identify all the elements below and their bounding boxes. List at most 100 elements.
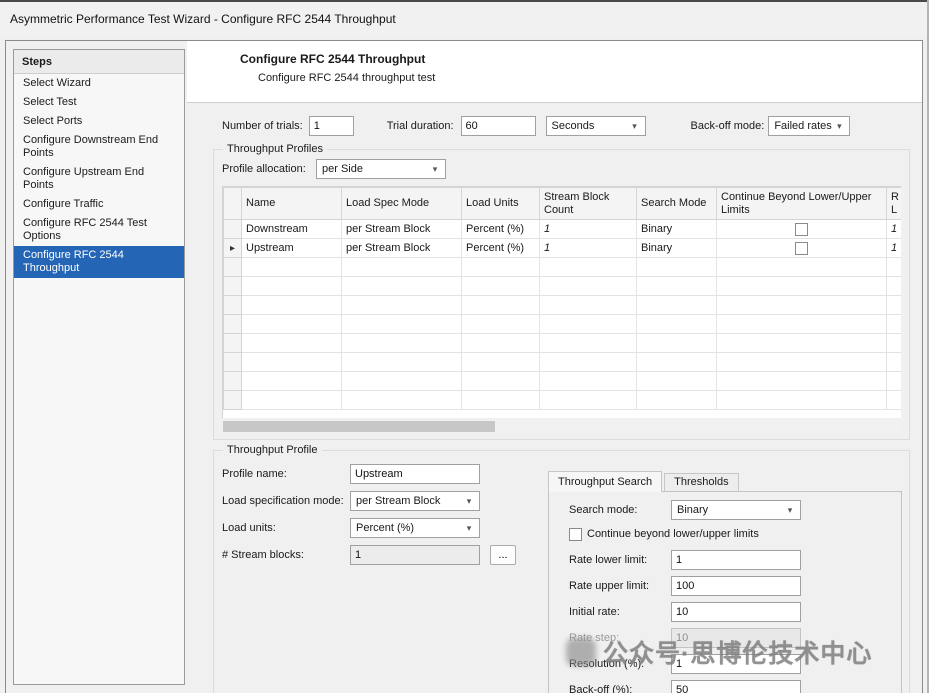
table-row[interactable]: Downstreamper Stream BlockPercent (%)1Bi… (224, 220, 902, 239)
row-selector-header (224, 188, 242, 220)
rate-upper-limit-input[interactable] (671, 576, 801, 596)
window-titlebar: Asymmetric Performance Test Wizard - Con… (0, 2, 929, 36)
continue-beyond-limits-checkbox[interactable] (569, 528, 582, 541)
table-cell[interactable]: 1 (540, 239, 637, 258)
throughput-profiles-group-title: Throughput Profiles (223, 143, 327, 155)
table-cell[interactable]: 1 (887, 220, 902, 239)
continue-beyond-checkbox[interactable] (795, 223, 808, 236)
table-cell (342, 277, 462, 296)
table-cell (462, 277, 540, 296)
table-cell (887, 296, 902, 315)
table-cell[interactable]: Binary (637, 239, 717, 258)
column-header[interactable]: Name (242, 188, 342, 220)
profile-allocation-select[interactable]: per Side ▾ (316, 159, 446, 179)
table-cell (717, 315, 887, 334)
column-header[interactable]: Search Mode (637, 188, 717, 220)
profile-tabs-area: Throughput SearchThresholds Search mode:… (548, 470, 902, 693)
table-cell (342, 391, 462, 410)
profiles-table-wrap: NameLoad Spec ModeLoad UnitsStream Block… (222, 186, 901, 418)
table-cell[interactable]: 1 (887, 239, 902, 258)
table-cell (637, 334, 717, 353)
current-row-marker-icon: ▸ (230, 243, 235, 254)
load-spec-mode-label: Load specification mode: (222, 495, 350, 507)
backoff-percent-input[interactable] (671, 680, 801, 693)
table-cell (637, 315, 717, 334)
table-cell (887, 372, 902, 391)
chevron-down-icon: ▾ (832, 121, 846, 132)
tab-thresholds[interactable]: Thresholds (664, 473, 738, 491)
horizontal-scrollbar[interactable] (222, 420, 901, 433)
column-header[interactable]: Load Spec Mode (342, 188, 462, 220)
load-spec-mode-value: per Stream Block (356, 495, 440, 507)
rate-lower-limit-input[interactable] (671, 550, 801, 570)
sidebar-item-select-wizard[interactable]: Select Wizard (14, 74, 184, 93)
table-cell[interactable]: Upstream (242, 239, 342, 258)
trial-duration-input[interactable] (461, 116, 536, 136)
row-selector-cell (224, 391, 242, 410)
column-header[interactable]: R L (887, 188, 902, 220)
table-cell[interactable]: Percent (%) (462, 220, 540, 239)
sidebar-item-configure-rfc-2544-throughput[interactable]: Configure RFC 2544 Throughput (14, 246, 184, 278)
duration-unit-value: Seconds (552, 120, 595, 132)
table-cell (462, 353, 540, 372)
continue-beyond-limits-label[interactable]: Continue beyond lower/upper limits (587, 528, 759, 540)
profile-fields: Profile name: Load specification mode: p… (222, 464, 542, 565)
table-empty-row (224, 372, 902, 391)
table-cell (342, 258, 462, 277)
column-header[interactable]: Load Units (462, 188, 540, 220)
sidebar-item-configure-rfc-2544-test-options[interactable]: Configure RFC 2544 Test Options (14, 214, 184, 246)
stream-blocks-input[interactable] (350, 545, 480, 565)
page-header: Configure RFC 2544 Throughput Configure … (187, 41, 923, 103)
page-content: Number of trials: Trial duration: Second… (187, 104, 923, 693)
row-selector-cell[interactable]: ▸ (224, 239, 242, 258)
table-cell (887, 315, 902, 334)
sidebar-item-select-test[interactable]: Select Test (14, 93, 184, 112)
table-cell (342, 315, 462, 334)
steps-panel: Steps Select WizardSelect TestSelect Por… (13, 49, 185, 685)
table-row[interactable]: ▸Upstreamper Stream BlockPercent (%)1Bin… (224, 239, 902, 258)
row-selector-cell[interactable] (224, 220, 242, 239)
tab-throughput-search[interactable]: Throughput Search (548, 471, 662, 492)
column-header[interactable]: Continue Beyond Lower/Upper Limits (717, 188, 887, 220)
stream-blocks-browse-button[interactable]: ... (490, 545, 516, 565)
table-cell (717, 372, 887, 391)
search-mode-select[interactable]: Binary ▾ (671, 500, 801, 520)
table-cell (887, 353, 902, 372)
table-cell (462, 258, 540, 277)
sidebar-item-configure-upstream-end-points[interactable]: Configure Upstream End Points (14, 163, 184, 195)
load-units-select[interactable]: Percent (%) ▾ (350, 518, 480, 538)
steps-panel-title: Steps (14, 50, 184, 74)
table-empty-row (224, 334, 902, 353)
table-cell[interactable]: Percent (%) (462, 239, 540, 258)
duration-unit-select[interactable]: Seconds ▾ (546, 116, 646, 136)
sidebar-item-configure-downstream-end-points[interactable]: Configure Downstream End Points (14, 131, 184, 163)
table-cell[interactable]: per Stream Block (342, 220, 462, 239)
table-cell[interactable]: 1 (540, 220, 637, 239)
table-cell (887, 391, 902, 410)
backoff-percent-label: Back-off (%): (569, 684, 671, 693)
continue-beyond-checkbox[interactable] (795, 242, 808, 255)
table-cell (540, 391, 637, 410)
resolution-input[interactable] (671, 654, 801, 674)
table-cell[interactable]: Downstream (242, 220, 342, 239)
profile-name-input[interactable] (350, 464, 480, 484)
sidebar-item-select-ports[interactable]: Select Ports (14, 112, 184, 131)
table-cell[interactable]: per Stream Block (342, 239, 462, 258)
table-cell (637, 296, 717, 315)
number-of-trials-label: Number of trials: (222, 120, 303, 132)
backoff-mode-select[interactable]: Failed rates ▾ (768, 116, 850, 136)
scrollbar-thumb[interactable] (223, 421, 495, 432)
rate-lower-limit-label: Rate lower limit: (569, 554, 671, 566)
table-cell (242, 372, 342, 391)
load-spec-mode-select[interactable]: per Stream Block ▾ (350, 491, 480, 511)
resolution-label: Resolution (%): (569, 658, 671, 670)
number-of-trials-input[interactable] (309, 116, 354, 136)
load-units-label: Load units: (222, 522, 350, 534)
initial-rate-input[interactable] (671, 602, 801, 622)
stream-blocks-label: # Stream blocks: (222, 549, 350, 561)
table-cell[interactable]: Binary (637, 220, 717, 239)
table-cell (540, 315, 637, 334)
profile-name-label: Profile name: (222, 468, 350, 480)
column-header[interactable]: Stream Block Count (540, 188, 637, 220)
sidebar-item-configure-traffic[interactable]: Configure Traffic (14, 195, 184, 214)
